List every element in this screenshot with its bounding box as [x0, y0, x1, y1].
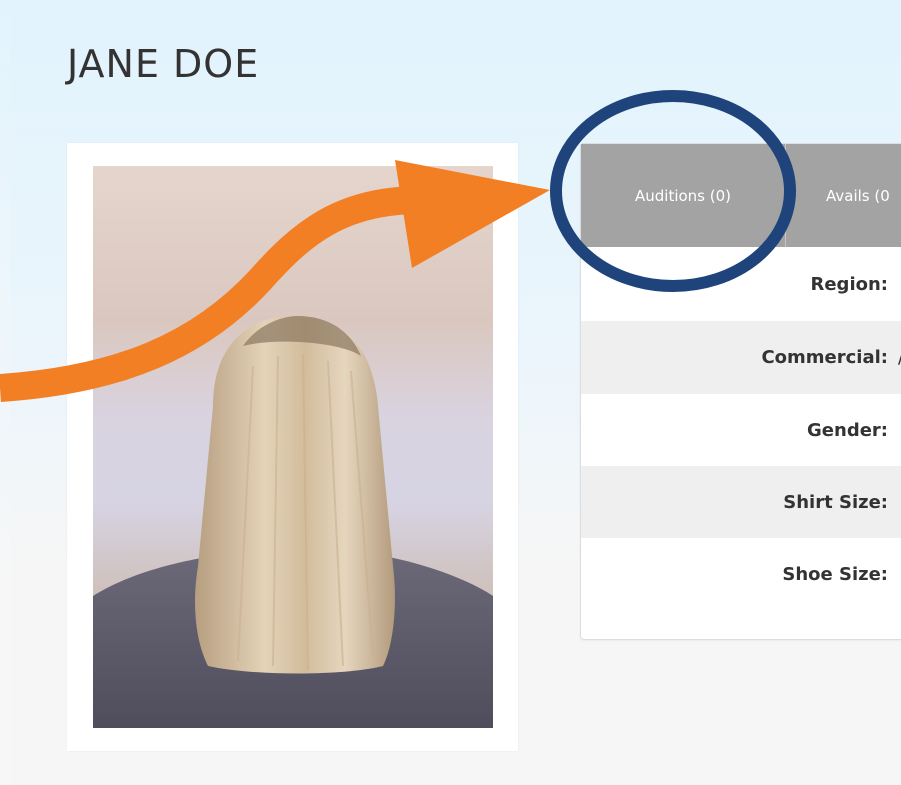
detail-value: /	[888, 347, 901, 368]
tab-bar: Auditions (0) Avails (0	[581, 144, 901, 247]
detail-label: Shoe Size:	[782, 563, 888, 585]
detail-row-region: Region:	[581, 247, 901, 321]
detail-row-gender: Gender:	[581, 394, 901, 466]
detail-label: Region:	[810, 273, 888, 295]
detail-label: Commercial:	[761, 347, 888, 368]
page-title: JANE DOE	[67, 42, 260, 86]
tab-auditions[interactable]: Auditions (0)	[581, 144, 786, 247]
tab-avails[interactable]: Avails (0	[786, 144, 901, 247]
profile-details-panel: Auditions (0) Avails (0 Region: Commerci…	[580, 143, 901, 640]
detail-row-commercial: Commercial: /	[581, 321, 901, 394]
detail-label: Shirt Size:	[783, 491, 888, 513]
profile-page: JANE DOE Auditions (0) Avails (0 Region:…	[10, 10, 901, 785]
profile-photo[interactable]	[93, 166, 493, 728]
detail-row-shoe-size: Shoe Size:	[581, 538, 901, 610]
photo-card	[67, 143, 518, 751]
profile-photo-image	[93, 316, 493, 728]
detail-label: Gender:	[807, 419, 888, 441]
detail-row-shirt-size: Shirt Size:	[581, 466, 901, 538]
